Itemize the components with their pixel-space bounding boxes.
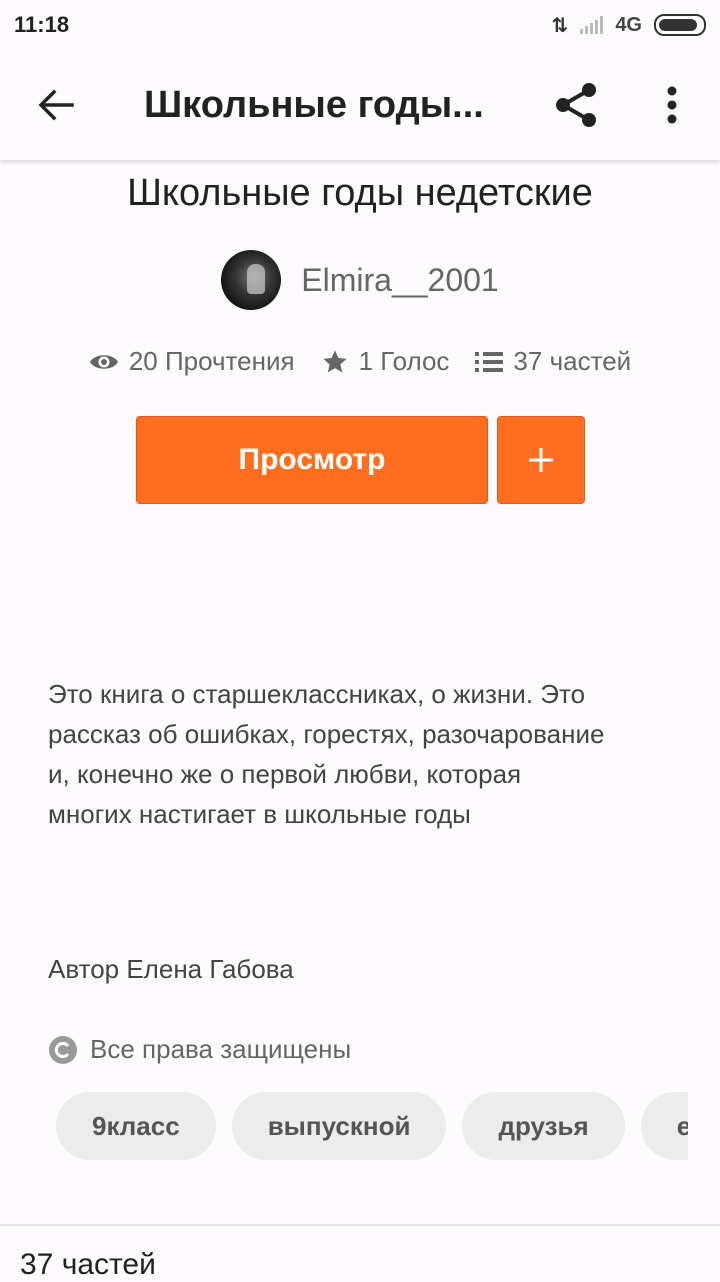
star-icon [322, 349, 347, 372]
data-transfer-icon: ⇅ [551, 14, 569, 37]
reads-stat: 20 Прочтения [89, 346, 295, 377]
author-credit: Автор Елена Габова [48, 954, 294, 984]
reads-count: 20 Прочтения [128, 346, 295, 376]
add-to-library-button[interactable] [497, 416, 585, 504]
parts-heading: 37 частей [20, 1248, 156, 1281]
plus-icon [529, 448, 553, 472]
arrow-back-icon [38, 89, 74, 121]
parts-count: 37 частей [513, 346, 632, 376]
author-row[interactable]: Elmira__2001 [0, 250, 720, 310]
status-icons: ⇅ 4G [552, 13, 706, 38]
votes-count: 1 Голос [358, 346, 450, 376]
signal-icon [580, 16, 604, 34]
divider [0, 1224, 720, 1226]
share-icon [556, 83, 596, 127]
tags-list: 9класс выпускной друзья еле [56, 1092, 688, 1162]
more-vert-icon [667, 86, 677, 124]
story-title: Школьные годы недетские [127, 172, 593, 214]
copyright-icon [49, 1035, 77, 1064]
battery-level [659, 19, 697, 31]
story-description: Это книга о старшеклассниках, о жизни. Э… [48, 674, 688, 834]
tag-chip[interactable]: еле [640, 1092, 688, 1160]
back-button[interactable] [0, 50, 112, 160]
list-icon [475, 351, 504, 372]
network-type: 4G [615, 13, 642, 36]
more-options-button[interactable] [624, 50, 720, 160]
author-name[interactable]: Elmira__2001 [301, 262, 498, 299]
description-line: и, конечно же о первой любви, которая [48, 759, 522, 789]
parts-stat: 37 частей [475, 346, 631, 377]
tag-chip[interactable]: 9класс [56, 1092, 216, 1160]
share-button[interactable] [528, 50, 624, 160]
app-bar-title: Школьные годы... [144, 83, 484, 126]
read-button[interactable]: Просмотр [136, 416, 488, 504]
description-line: рассказ об ошибках, горестях, разочарова… [48, 719, 605, 749]
tag-chip[interactable]: друзья [462, 1092, 625, 1160]
status-bar: 11:18 ⇅ 4G [0, 0, 720, 50]
story-stats: 20 Прочтения 1 Голос 37 частей [0, 346, 720, 377]
tag-chip[interactable]: выпускной [231, 1092, 447, 1160]
description-line: Это книга о старшеклассниках, о жизни. Э… [48, 679, 586, 709]
copyright-row: Все права защищены [48, 1034, 351, 1065]
status-time: 11:18 [14, 12, 70, 37]
copyright-text: Все права защищены [90, 1034, 352, 1064]
eye-icon [89, 354, 118, 369]
votes-stat: 1 Голос [321, 346, 450, 377]
app-bar: Школьные годы... [0, 50, 720, 160]
description-line: многих настигает в школьные годы [48, 799, 471, 829]
author-avatar[interactable] [221, 250, 282, 310]
action-buttons: Просмотр [136, 416, 585, 504]
battery-icon [654, 14, 706, 36]
